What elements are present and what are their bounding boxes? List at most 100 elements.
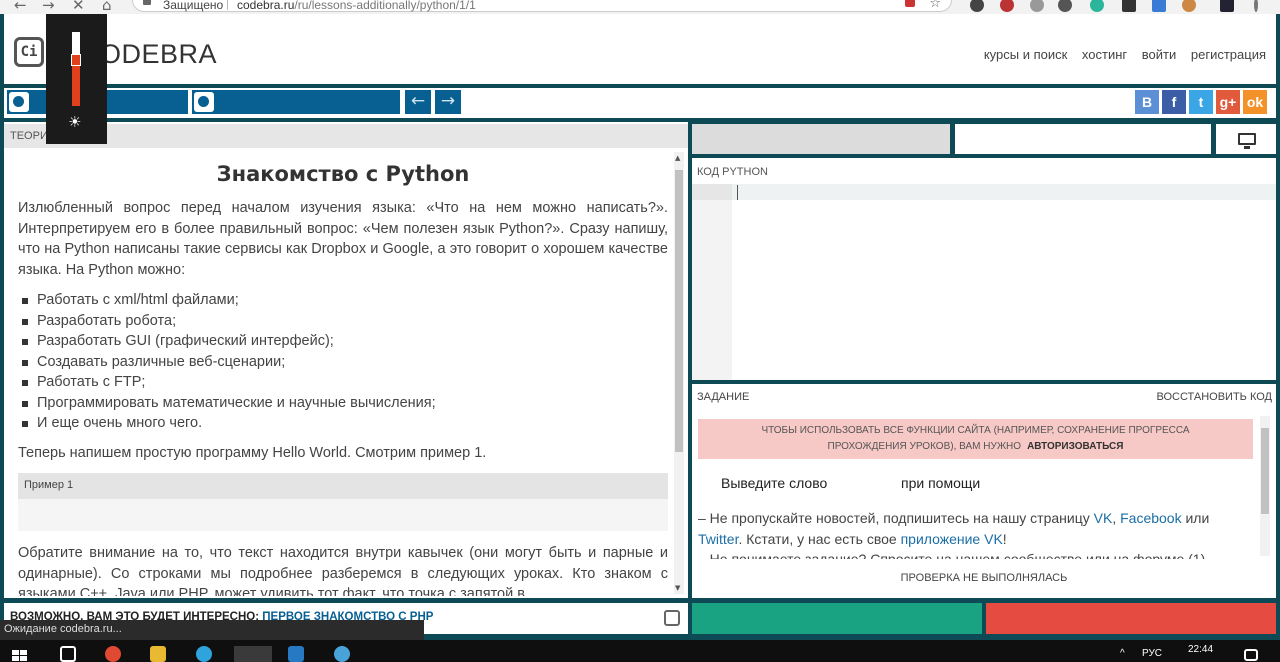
- menu-icon[interactable]: [1254, 0, 1258, 12]
- scroll-thumb[interactable]: [675, 170, 683, 452]
- url-text[interactable]: codebra.ru/ru/lessons-additionally/pytho…: [237, 0, 476, 12]
- ok-share-button[interactable]: ok: [1243, 90, 1267, 114]
- language-indicator[interactable]: РУС: [1142, 648, 1162, 659]
- top-nav: курсы и поиск хостинг войти регистрация: [973, 47, 1266, 62]
- list-item: Создавать различные веб-сценарии;: [18, 352, 668, 373]
- list-item: Работать с FTP;: [18, 372, 668, 393]
- news-text-part: или: [1185, 510, 1210, 526]
- extension-icon[interactable]: [1152, 0, 1166, 12]
- code-editor[interactable]: [692, 184, 1276, 380]
- tray-chevron-icon[interactable]: ^: [1120, 648, 1125, 659]
- clock[interactable]: 22:44: [1188, 644, 1213, 655]
- text-caret: [737, 185, 738, 200]
- warning-text: ПРОХОЖДЕНИЯ УРОКОВ), ВАМ НУЖНО: [827, 440, 1022, 452]
- prev-lesson-button[interactable]: ←: [405, 90, 431, 114]
- news-text-cut: – Не понимаете задание? Спросите на наше…: [698, 551, 1206, 559]
- codebra-logo-icon: [664, 610, 680, 626]
- telegram-icon[interactable]: [196, 646, 212, 662]
- twitter-link[interactable]: Twitter: [698, 531, 738, 547]
- task-scrollbar[interactable]: [1260, 416, 1270, 556]
- volume-thumb[interactable]: [71, 54, 81, 67]
- folder-icon[interactable]: [150, 646, 166, 662]
- course-icon: [9, 92, 29, 112]
- monitor-icon: [1238, 133, 1256, 149]
- logo-icon[interactable]: Ci: [14, 37, 44, 67]
- twitter-share-button[interactable]: t: [1189, 90, 1213, 114]
- back-button[interactable]: ←: [14, 0, 27, 14]
- windows-start-icon[interactable]: [12, 650, 28, 662]
- lesson-bar: ← → B f t g+ ok: [4, 88, 1276, 118]
- vscode-icon[interactable]: [288, 646, 304, 662]
- task-word: Выведите слово: [721, 475, 828, 491]
- news-text: – Не пропускайте новостей, подпишитесь н…: [698, 510, 1210, 547]
- warning-line: ЧТОБЫ ИСПОЛЬЗОВАТЬ ВСЕ ФУНКЦИИ САЙТА (НА…: [761, 425, 1190, 436]
- lock-icon: [143, 0, 151, 5]
- paint-icon[interactable]: [334, 646, 350, 662]
- theory-content: Знакомство с Python Излюбленный вопрос п…: [4, 150, 674, 596]
- line-gutter: [692, 184, 732, 380]
- example-code: [18, 499, 668, 531]
- theory-scrollbar[interactable]: ▲ ▼: [674, 152, 684, 594]
- task-word: при помощи: [901, 475, 981, 491]
- news-text-part: . Кстати, у нас есть свое: [738, 530, 897, 547]
- reset-button[interactable]: [986, 603, 1276, 634]
- code-panel: КОД PYTHON: [692, 158, 1276, 380]
- extension-icon[interactable]: [1122, 0, 1136, 12]
- extension-icon[interactable]: [1182, 0, 1196, 12]
- lesson-selector[interactable]: [192, 90, 400, 114]
- code-panel-head: КОД PYTHON: [697, 166, 768, 178]
- scroll-up-icon[interactable]: ▲: [675, 154, 680, 162]
- notifications-icon[interactable]: [1244, 649, 1258, 661]
- list-item: Разработать GUI (графический интерфейс);: [18, 331, 668, 352]
- task-title: ЗАДАНИЕ: [697, 391, 750, 403]
- brightness-icon[interactable]: ☀: [68, 113, 81, 131]
- vk-link[interactable]: VK: [1094, 510, 1113, 526]
- facebook-link[interactable]: Facebook: [1120, 510, 1181, 526]
- authorize-link[interactable]: АВТОРИЗОВАТЬСЯ: [1027, 441, 1123, 452]
- scroll-down-icon[interactable]: ▼: [675, 584, 680, 592]
- volume-fill: [72, 60, 80, 106]
- nav-login-link[interactable]: войти: [1142, 47, 1176, 62]
- warning-line: ПРОХОЖДЕНИЯ УРОКОВ), ВАМ НУЖНО АВТОРИЗОВА…: [698, 439, 1253, 455]
- list-item: Программировать математические и научные…: [18, 393, 668, 414]
- nav-register-link[interactable]: регистрация: [1191, 47, 1266, 62]
- active-line: [732, 184, 1276, 200]
- chrome-active-icon[interactable]: [234, 646, 272, 662]
- extension-icon[interactable]: [1000, 0, 1014, 12]
- news-text-part: – Не пропускайте новостей, подпишитесь н…: [698, 510, 1090, 526]
- home-button[interactable]: ⌂: [102, 0, 112, 14]
- theory-panel: ТЕОРИЯ Знакомство с Python Излюбленный в…: [4, 122, 688, 598]
- lesson-icon: [194, 92, 214, 112]
- star-icon[interactable]: ☆: [929, 0, 941, 11]
- extension-icon[interactable]: [1090, 0, 1104, 12]
- vk-share-button[interactable]: B: [1135, 90, 1159, 114]
- preview-tab[interactable]: [1216, 124, 1276, 154]
- next-lesson-button[interactable]: →: [435, 90, 461, 114]
- lesson-title: Знакомство с Python: [216, 162, 470, 186]
- chrome-icon[interactable]: [105, 646, 121, 662]
- googleplus-share-button[interactable]: g+: [1216, 90, 1240, 114]
- python-uses-list: Работать с xml/html файлами; Разработать…: [18, 290, 668, 434]
- extension-icon[interactable]: [1058, 0, 1072, 12]
- list-item: Разработать робота;: [18, 311, 668, 332]
- extension-badge-icon[interactable]: [905, 0, 915, 7]
- extension-icon[interactable]: [1030, 0, 1044, 12]
- vk-app-link[interactable]: приложение VK: [901, 531, 1003, 547]
- nav-hosting-link[interactable]: хостинг: [1082, 47, 1127, 62]
- nav-courses-link[interactable]: курсы и поиск: [984, 47, 1067, 62]
- editor-tab[interactable]: [692, 124, 950, 154]
- output-tab[interactable]: [955, 124, 1211, 154]
- browser-toolbar: ← → ✕ ⌂ Защищено codebra.ru/ru/lessons-a…: [0, 0, 1280, 14]
- restore-code-button[interactable]: ВОССТАНОВИТЬ КОД: [1156, 391, 1272, 403]
- extension-icon[interactable]: [1220, 0, 1234, 12]
- scroll-thumb[interactable]: [1261, 428, 1269, 514]
- forward-button[interactable]: →: [42, 0, 55, 14]
- run-check-button[interactable]: [692, 603, 982, 634]
- hello-world-text: Теперь напишем простую программу Hello W…: [18, 444, 487, 461]
- stop-button[interactable]: ✕: [72, 0, 85, 14]
- facebook-share-button[interactable]: f: [1162, 90, 1186, 114]
- task-view-icon[interactable]: [60, 646, 76, 662]
- volume-slider[interactable]: [71, 32, 81, 106]
- extension-icon[interactable]: [970, 0, 984, 12]
- address-bar[interactable]: Защищено codebra.ru/ru/lessons-additiona…: [132, 0, 952, 12]
